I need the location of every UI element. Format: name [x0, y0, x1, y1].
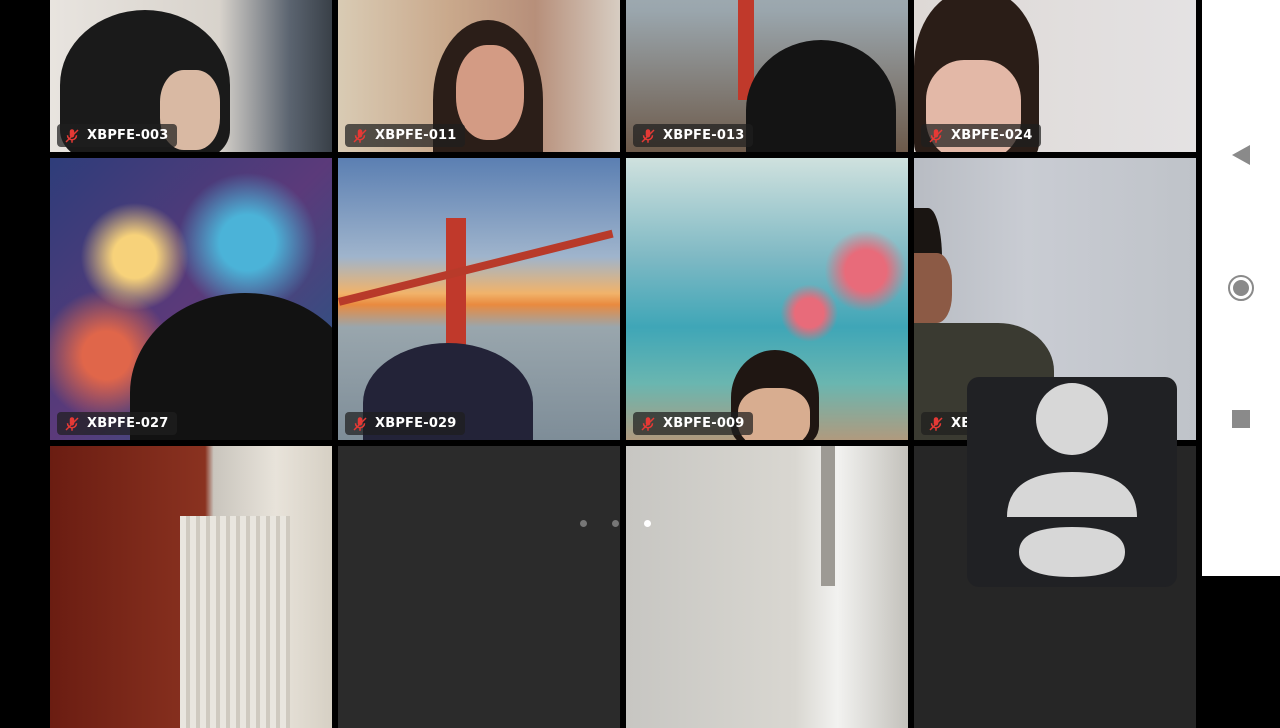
participant-name-chip: XBPFE-027 — [57, 412, 177, 435]
home-button[interactable] — [1202, 268, 1280, 308]
participant-tile[interactable]: XBPFE-029 — [338, 158, 620, 440]
participant-name-chip: XBPFE-024 — [921, 124, 1041, 147]
mic-off-icon — [353, 128, 367, 143]
mic-off-icon — [641, 416, 655, 431]
mic-off-icon — [929, 128, 943, 143]
participant-name: XBPFE-013 — [663, 128, 745, 143]
participant-face — [914, 253, 952, 323]
participant-tile[interactable]: XBPFE-009 — [626, 158, 908, 440]
doorframe — [821, 446, 835, 586]
participant-tile[interactable] — [338, 446, 620, 728]
back-button[interactable] — [1202, 135, 1280, 175]
curtain — [180, 516, 290, 728]
participant-tile[interactable]: XBPFE-027 — [50, 158, 332, 440]
mic-off-icon — [353, 416, 367, 431]
video-feed — [626, 446, 908, 728]
participant-name-chip: XBPFE-011 — [345, 124, 465, 147]
participant-tile[interactable]: XBPFE-003 — [50, 0, 332, 152]
back-triangle-icon — [1232, 145, 1250, 165]
mic-off-icon — [65, 128, 79, 143]
participant-name-chip: XBPFE-009 — [633, 412, 753, 435]
participant-tile[interactable]: XBPFE-024 — [914, 0, 1196, 152]
page-dot[interactable] — [580, 520, 587, 527]
participant-name-chip: XBPFE-003 — [57, 124, 177, 147]
recents-button[interactable] — [1202, 399, 1280, 439]
mic-off-icon — [65, 416, 79, 431]
mic-off-icon — [929, 416, 943, 431]
self-view-tile[interactable] — [967, 377, 1177, 587]
participant-name: XBPFE-009 — [663, 416, 745, 431]
participant-tile[interactable] — [50, 446, 332, 728]
participant-name: XBPFE-003 — [87, 128, 169, 143]
participant-name: XBPFE-024 — [951, 128, 1033, 143]
participant-name: XBPFE-029 — [375, 416, 457, 431]
participant-name-chip: XBPFE-013 — [633, 124, 753, 147]
person-placeholder-icon — [1007, 383, 1137, 577]
mic-off-icon — [641, 128, 655, 143]
participant-name-chip: XBPFE-029 — [345, 412, 465, 435]
recents-square-icon — [1232, 410, 1250, 428]
page-dot-active[interactable] — [644, 520, 651, 527]
participant-face — [456, 45, 524, 140]
home-circle-icon — [1228, 275, 1254, 301]
participant-tile[interactable] — [626, 446, 908, 728]
pagination-dots — [580, 520, 651, 527]
participant-tile[interactable]: XBPFE-011 — [338, 0, 620, 152]
system-navigation-bar — [1202, 0, 1280, 576]
video-feed — [338, 446, 620, 728]
page-dot[interactable] — [612, 520, 619, 527]
participant-name: XBPFE-027 — [87, 416, 169, 431]
participant-tile[interactable]: XBPFE-013 — [626, 0, 908, 152]
participant-name: XBPFE-011 — [375, 128, 457, 143]
